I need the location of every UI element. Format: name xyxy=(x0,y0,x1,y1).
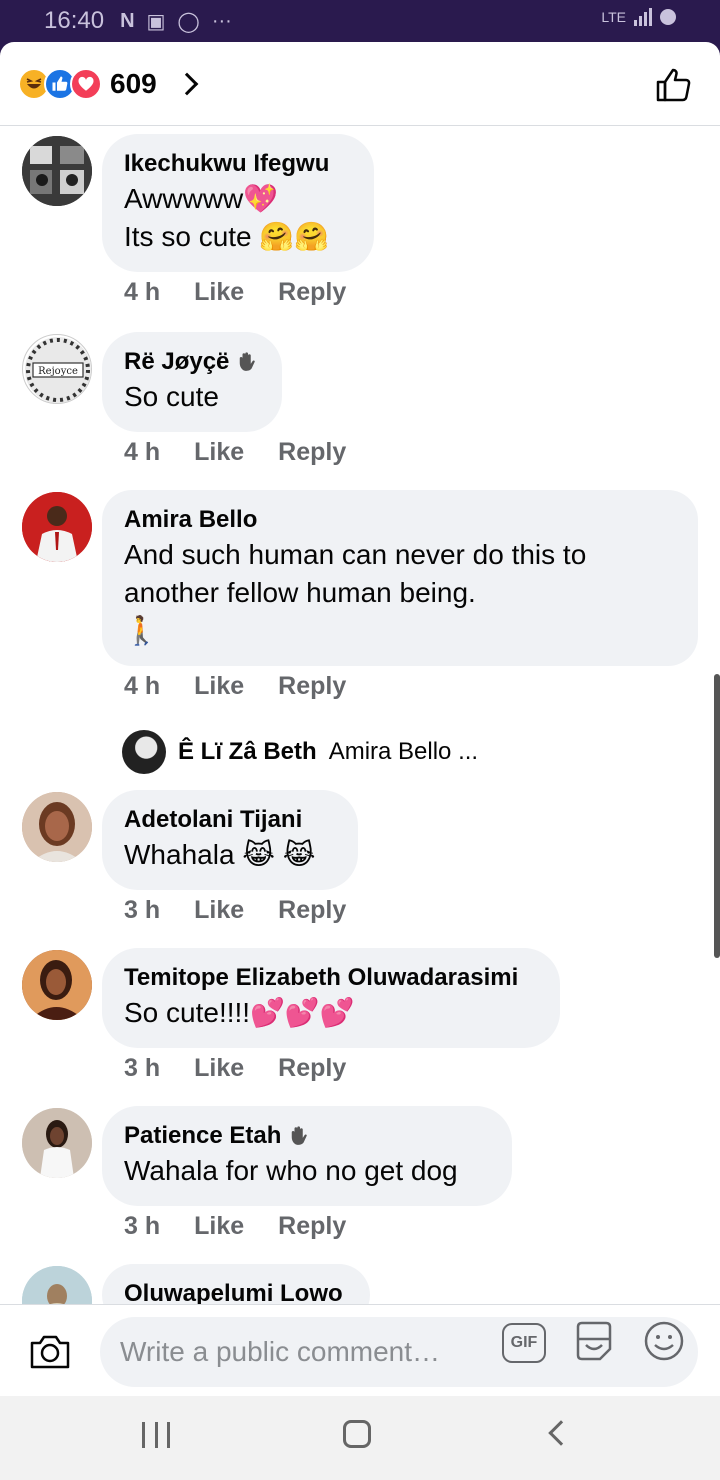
comment-text: Awwwww💖 xyxy=(124,183,279,214)
comments-sheet: 609 Ikechukwu Ifegwu Awwwww💖 Its so cute… xyxy=(0,42,720,1396)
netflix-icon: N xyxy=(120,9,135,32)
comment-time: 4 h xyxy=(124,438,161,466)
signal-icon xyxy=(634,8,652,26)
like-button[interactable]: Like xyxy=(194,278,244,307)
scrollbar[interactable] xyxy=(714,674,720,958)
avatar[interactable] xyxy=(22,136,92,206)
comment-bubble[interactable]: Amira Bello And such human can never do … xyxy=(102,490,698,666)
comment-bubble[interactable]: Patience Etah Wahala for who no get dog xyxy=(102,1106,512,1206)
comment-time: 3 h xyxy=(124,896,161,924)
whatsapp-icon: ◯ xyxy=(177,10,200,33)
comment-text: 🚶 xyxy=(124,615,159,646)
lte-label: LTE xyxy=(601,9,626,25)
comment-text: And such human can never do this to xyxy=(124,539,587,570)
chevron-right-icon[interactable] xyxy=(175,72,199,95)
svg-text:Rejoyce: Rejoyce xyxy=(38,366,78,377)
comment-author[interactable]: Rë Jøyçë xyxy=(124,346,229,378)
reactions-summary[interactable]: 609 xyxy=(18,67,199,100)
love-icon xyxy=(70,67,102,100)
like-button[interactable]: Like xyxy=(194,438,244,467)
comment-bubble[interactable]: Ikechukwu Ifegwu Awwwww💖 Its so cute 🤗🤗 xyxy=(102,134,374,272)
comment-author[interactable]: Adetolani Tijani xyxy=(124,804,336,836)
comment-author-row: Rë Jøyçë xyxy=(124,346,260,378)
comment-actions: 4 h Like Reply xyxy=(124,438,346,467)
comment-time: 3 h xyxy=(124,1212,161,1240)
gif-button[interactable]: GIF xyxy=(502,1323,546,1363)
notification-icons: N ▣ ◯ ··· xyxy=(120,9,232,34)
comment-bubble[interactable]: Temitope Elizabeth Oluwadarasimi So cute… xyxy=(102,948,560,1048)
reaction-count: 609 xyxy=(110,67,157,99)
comment-time: 3 h xyxy=(124,1054,161,1082)
status-right: LTE xyxy=(601,8,676,26)
comment-actions: 4 h Like Reply xyxy=(124,278,346,307)
comment-text: So cute!!!!💕💕💕 xyxy=(124,997,355,1028)
comment-actions: 4 h Like Reply xyxy=(124,672,346,701)
status-bar: 16:40 N ▣ ◯ ··· LTE xyxy=(0,0,720,42)
system-nav-bar xyxy=(0,1396,720,1480)
like-button[interactable]: Like xyxy=(194,1212,244,1241)
comment-author[interactable]: Temitope Elizabeth Oluwadarasimi xyxy=(124,962,538,994)
avatar[interactable]: Rejoyce xyxy=(22,334,92,404)
like-button[interactable]: Like xyxy=(194,672,244,701)
comment-bubble[interactable]: Rë Jøyçë So cute xyxy=(102,332,282,432)
reply-button[interactable]: Reply xyxy=(278,278,346,307)
comment-time: 4 h xyxy=(124,672,161,700)
comment-actions: 3 h Like Reply xyxy=(124,1054,346,1083)
comment-text: Its so cute 🤗🤗 xyxy=(124,221,330,252)
sticker-icon[interactable] xyxy=(572,1319,616,1363)
emoji-icon[interactable] xyxy=(642,1319,686,1363)
comment-actions: 3 h Like Reply xyxy=(124,1212,346,1241)
reply-author: Ê Lï Zâ Beth xyxy=(178,738,317,765)
comment-text: another fellow human being. xyxy=(124,577,476,608)
reply-preview[interactable]: Ê Lï Zâ Beth Amira Bello ... xyxy=(122,730,478,774)
avatar[interactable] xyxy=(22,1108,92,1178)
reply-button[interactable]: Reply xyxy=(278,438,346,467)
reply-button[interactable]: Reply xyxy=(278,896,346,925)
recent-apps-button[interactable] xyxy=(142,1422,170,1448)
avatar[interactable] xyxy=(22,1266,92,1304)
comment-bubble[interactable]: Oluwapelumi Lowo xyxy=(102,1264,370,1304)
like-button[interactable]: Like xyxy=(194,1054,244,1083)
reply-avatar xyxy=(122,730,166,774)
battery-icon xyxy=(660,9,676,25)
like-button[interactable]: Like xyxy=(194,896,244,925)
comments-list: Ikechukwu Ifegwu Awwwww💖 Its so cute 🤗🤗 … xyxy=(0,126,720,1304)
reactions-header: 609 xyxy=(0,42,720,126)
waving-hand-icon xyxy=(292,1126,308,1145)
back-button[interactable] xyxy=(548,1420,574,1446)
thumbs-up-icon[interactable] xyxy=(654,64,694,104)
reply-button[interactable]: Reply xyxy=(278,672,346,701)
comment-text: Wahala for who no get dog xyxy=(124,1155,458,1186)
waving-hand-icon xyxy=(240,352,256,371)
comment-input-placeholder: Write a public comment… xyxy=(120,1336,441,1367)
comment-actions: 3 h Like Reply xyxy=(124,896,346,925)
comment-author-row: Patience Etah xyxy=(124,1120,490,1152)
comment-text: Whahala 😹 😹 xyxy=(124,839,316,870)
reply-button[interactable]: Reply xyxy=(278,1212,346,1241)
comment-bubble[interactable]: Adetolani Tijani Whahala 😹 😹 xyxy=(102,790,358,890)
avatar[interactable] xyxy=(22,492,92,562)
comment-composer: Write a public comment… GIF xyxy=(0,1304,720,1396)
reply-text: Amira Bello ... xyxy=(328,738,479,765)
more-icon: ··· xyxy=(211,9,232,32)
comment-time: 4 h xyxy=(124,278,161,306)
comment-author[interactable]: Oluwapelumi Lowo xyxy=(124,1278,348,1304)
home-button[interactable] xyxy=(343,1420,371,1448)
camera-icon[interactable] xyxy=(28,1331,72,1371)
avatar[interactable] xyxy=(22,950,92,1020)
comment-author[interactable]: Ikechukwu Ifegwu xyxy=(124,148,352,180)
avatar[interactable] xyxy=(22,792,92,862)
gallery-icon: ▣ xyxy=(146,10,166,33)
comment-author[interactable]: Amira Bello xyxy=(124,504,676,536)
status-time: 16:40 xyxy=(44,7,105,34)
reply-button[interactable]: Reply xyxy=(278,1054,346,1083)
comment-author[interactable]: Patience Etah xyxy=(124,1120,281,1152)
comment-text: So cute xyxy=(124,381,219,412)
